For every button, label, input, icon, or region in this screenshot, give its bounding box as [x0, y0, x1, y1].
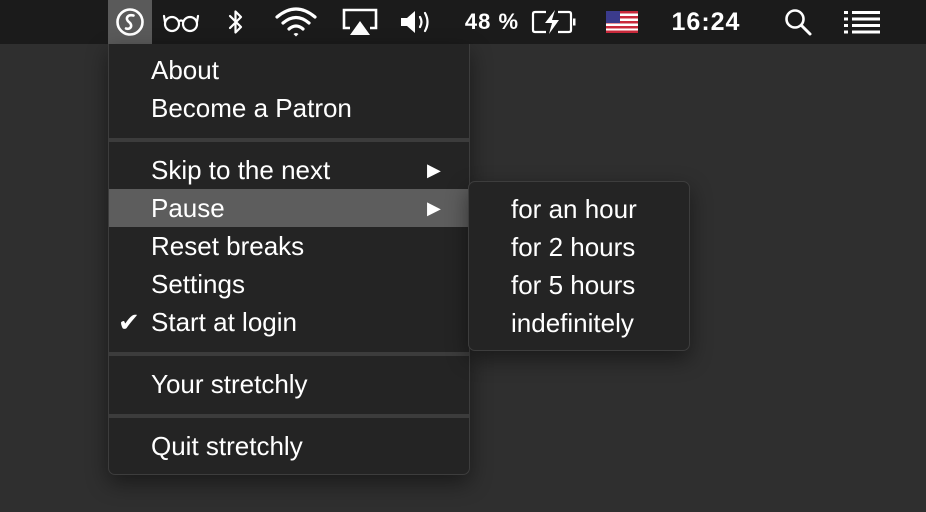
submenu-item-for-an-hour[interactable]: for an hour	[469, 190, 689, 228]
bluetooth-icon[interactable]	[220, 0, 252, 44]
clock[interactable]: 16:24	[660, 0, 752, 44]
menu-item-your-stretchly[interactable]: Your stretchly	[109, 365, 469, 403]
stretchly-dropdown-menu: About Become a Patron Skip to the next ▶…	[108, 44, 470, 475]
submenu-item-for-5-hours[interactable]: for 5 hours	[469, 266, 689, 304]
volume-icon[interactable]	[394, 0, 442, 44]
submenu-item-indefinitely[interactable]: indefinitely	[469, 304, 689, 342]
submenu-item-label: for 2 hours	[511, 232, 636, 262]
menu-separator	[109, 352, 469, 356]
submenu-item-label: indefinitely	[511, 308, 634, 338]
menu-item-label: Become a Patron	[151, 93, 352, 123]
airplay-icon[interactable]	[336, 0, 384, 44]
menu-item-label: Quit stretchly	[151, 431, 303, 461]
menu-item-reset-breaks[interactable]: Reset breaks	[109, 227, 469, 265]
submenu-item-label: for an hour	[511, 194, 637, 224]
menu-item-label: Skip to the next	[151, 155, 331, 185]
menu-item-label: Reset breaks	[151, 231, 305, 261]
menu-item-start-at-login[interactable]: ✔ Start at login	[109, 303, 469, 341]
stretchly-app-icon[interactable]	[108, 0, 152, 44]
pause-submenu: for an hour for 2 hours for 5 hours inde…	[468, 181, 690, 351]
menu-item-label: Start at login	[151, 307, 297, 337]
menu-item-quit-stretchly[interactable]: Quit stretchly	[109, 427, 469, 465]
menu-item-pause[interactable]: Pause ▶	[109, 189, 469, 227]
submenu-item-label: for 5 hours	[511, 270, 636, 300]
menu-separator	[109, 414, 469, 418]
menu-item-become-patron[interactable]: Become a Patron	[109, 89, 469, 127]
menu-list-icon[interactable]	[836, 0, 888, 44]
menu-item-label: Pause	[151, 193, 225, 223]
submenu-item-for-2-hours[interactable]: for 2 hours	[469, 228, 689, 266]
battery-charging-icon[interactable]	[528, 0, 582, 44]
checkmark-icon: ✔	[118, 307, 140, 337]
wifi-icon[interactable]	[270, 0, 322, 44]
search-icon[interactable]	[776, 0, 820, 44]
submenu-arrow-icon: ▶	[427, 198, 441, 218]
menu-item-skip-to-next[interactable]: Skip to the next ▶	[109, 151, 469, 189]
glasses-icon[interactable]	[160, 0, 202, 44]
menu-item-settings[interactable]: Settings	[109, 265, 469, 303]
submenu-arrow-icon: ▶	[427, 160, 441, 180]
menu-item-label: Your stretchly	[151, 369, 308, 399]
menu-item-about[interactable]: About	[109, 51, 469, 89]
us-flag-icon[interactable]	[602, 0, 642, 44]
menu-separator	[109, 138, 469, 142]
menu-item-label: Settings	[151, 269, 245, 299]
battery-percentage[interactable]: 48 %	[456, 0, 528, 44]
menu-item-label: About	[151, 55, 219, 85]
menu-bar: 48 % 16:24	[0, 0, 926, 44]
